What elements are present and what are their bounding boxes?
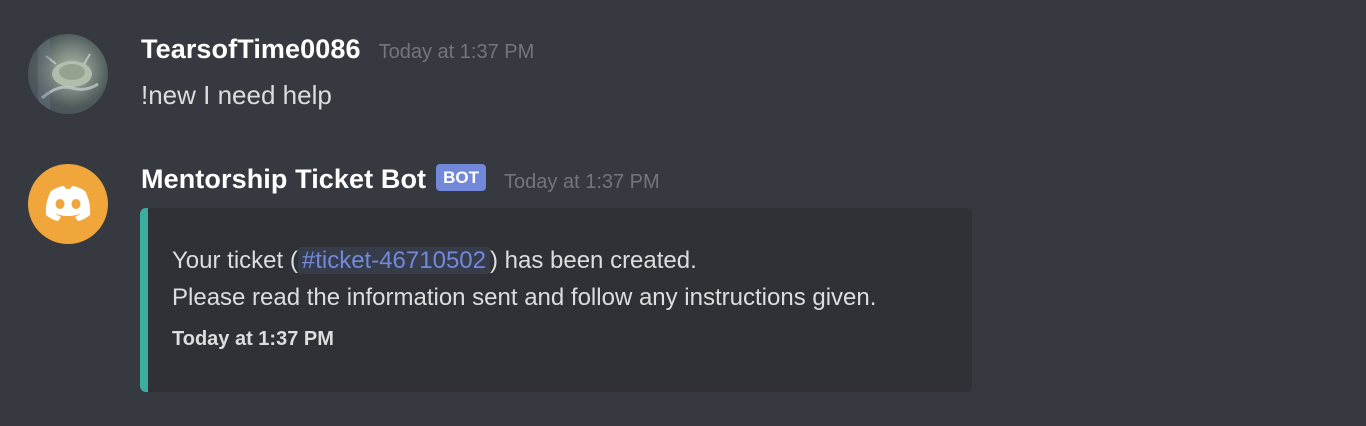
bot-username[interactable]: Mentorship Ticket Bot [141,164,426,195]
message-header: Mentorship Ticket Bot BOT Today at 1:37 … [141,164,660,195]
message-content: !new I need help [141,80,332,110]
embed-description: Your ticket (#ticket-46710502) has been … [172,242,972,316]
embed-text: ) has been created. [489,247,697,274]
embed-text: Your ticket ( [172,247,298,274]
message-item: Mentorship Ticket Bot BOT Today at 1:37 … [0,140,1366,426]
channel-mention-link[interactable]: #ticket-46710502 [297,247,490,274]
user-avatar[interactable] [28,34,108,114]
message-item: TearsofTime0086 Today at 1:37 PM !new I … [0,0,1366,140]
discord-logo-icon [45,186,91,221]
avatar-image [38,34,99,114]
bot-badge: BOT [436,164,487,191]
embed-text: Please read the information sent and fol… [172,284,877,311]
username[interactable]: TearsofTime0086 [141,34,361,65]
bot-avatar[interactable] [28,164,108,244]
message-timestamp: Today at 1:37 PM [378,41,535,63]
message-header: TearsofTime0086 Today at 1:37 PM [141,34,534,65]
message-timestamp: Today at 1:37 PM [504,171,660,193]
message-embed: Your ticket (#ticket-46710502) has been … [140,208,972,392]
chat-messages: TearsofTime0086 Today at 1:37 PM !new I … [0,0,1366,426]
embed-footer-timestamp: Today at 1:37 PM [172,328,334,350]
